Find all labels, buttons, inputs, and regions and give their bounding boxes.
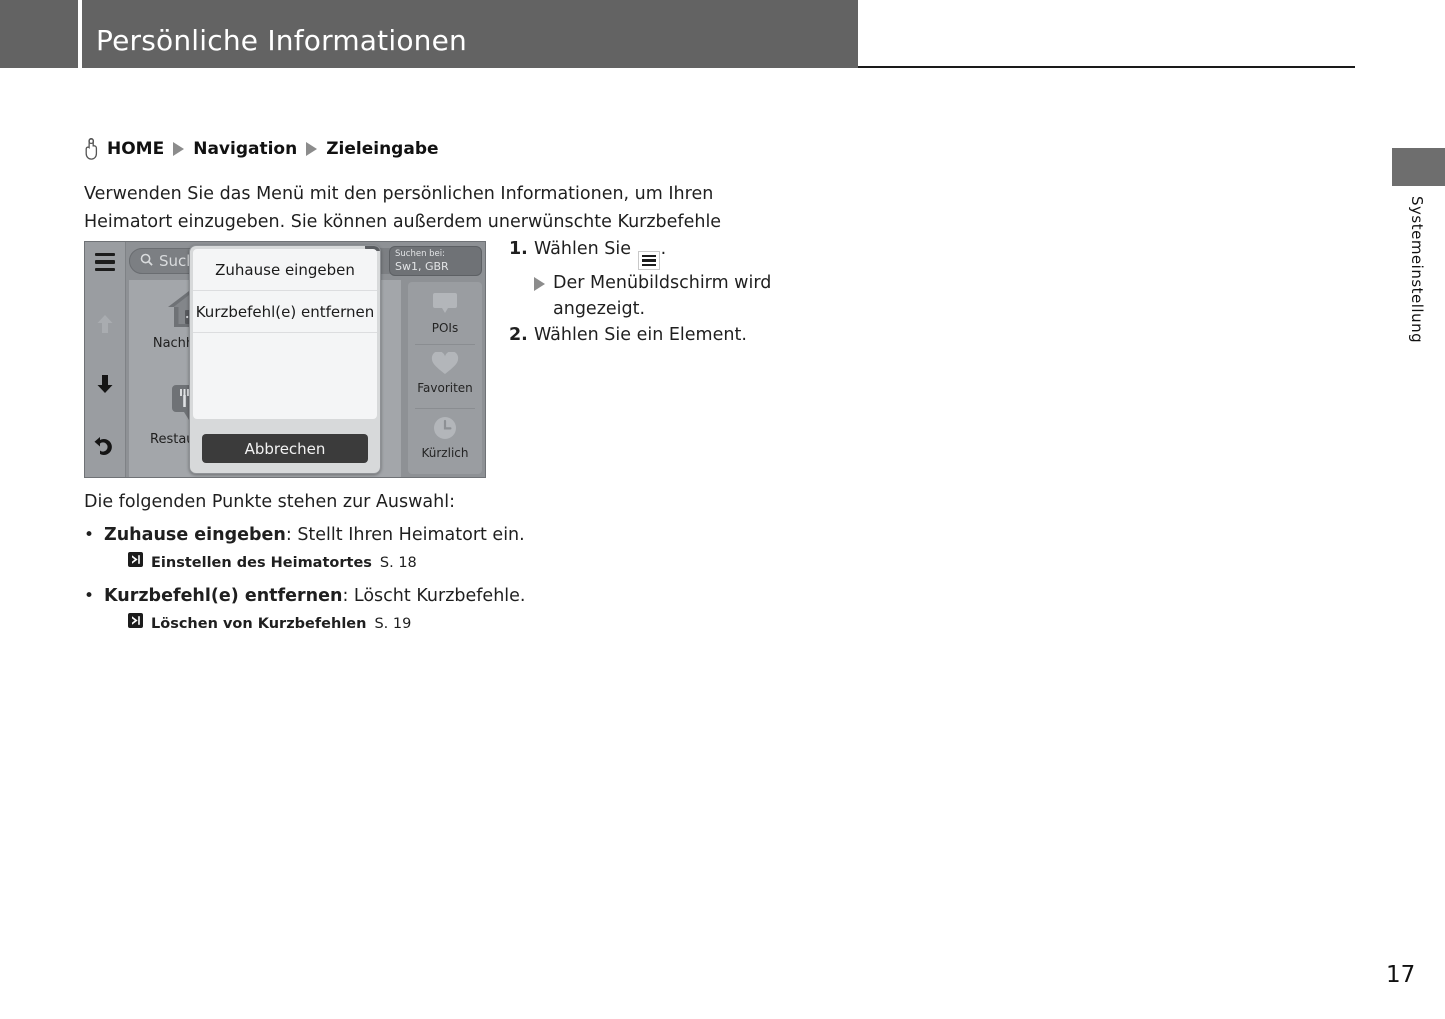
search-icon [140,252,153,270]
step-list: 1. Wählen Sie . Der Menübildschirm wird … [509,236,809,348]
step-2-text: Wählen Sie ein Element. [534,324,747,345]
navigation-screenshot: Suche Suchen bei: Sw1, GBR POIs Favorite… [84,241,486,478]
choice-1-term: Kurzbefehl(e) entfernen [104,586,343,606]
cross-reference-0-page: S. 18 [379,555,417,571]
choice-0-text: Zuhause eingeben: Stellt Ihren Heimatort… [104,522,525,548]
step-1-text-before: Wählen Sie [534,239,632,259]
panel-item-kuerzlich-label: Kürzlich [421,446,469,460]
heart-icon [431,351,459,380]
header-left-notch [78,0,82,68]
panel-item-pois-label: POIs [431,321,459,335]
dialog-option-zuhause-eingeben[interactable]: Zuhause eingeben [193,249,377,291]
chevron-right-icon [173,142,185,156]
menu-icon[interactable] [91,248,119,276]
step-2-number: 2. [509,324,528,345]
step-1-number: 1. [509,239,528,259]
triangle-right-icon [534,276,545,291]
cross-reference-1[interactable]: Löschen von Kurzbefehlen S. 19 [128,611,804,637]
hand-pointer-icon [84,137,100,160]
chevron-right-icon [306,142,318,156]
side-tab-label: Systemeinstellung [1408,196,1426,344]
panel-divider [415,344,475,345]
bullet-icon: • [84,586,95,606]
back-icon[interactable] [91,432,119,460]
choice-1-text: Kurzbefehl(e) entfernen: Löscht Kurzbefe… [104,583,525,609]
nav-left-rail [85,242,126,477]
search-scope-caption: Suchen bei: [395,249,446,259]
cross-reference-1-page: S. 19 [374,616,412,632]
cross-reference-icon [128,550,143,576]
dialog-cancel-button[interactable]: Abbrechen [202,434,368,463]
map-pin-icon [431,290,459,320]
breadcrumb-item-home[interactable]: HOME [107,139,164,159]
arrow-down-icon[interactable] [91,370,119,398]
choice-1-desc: : Löscht Kurzbefehle. [342,586,526,606]
choice-0-term: Zuhause eingeben [104,525,286,545]
dialog-option-kurzbefehle-entfernen[interactable]: Kurzbefehl(e) entfernen [193,291,377,333]
header-rule [858,66,1355,68]
step-1-result: Der Menübildschirm wird angezeigt. [534,270,809,322]
step-1-text-after: . [660,239,667,259]
breadcrumb-item-navigation[interactable]: Navigation [193,139,297,159]
panel-item-pois[interactable]: POIs [408,290,482,335]
cross-reference-0[interactable]: Einstellen des Heimatortes S. 18 [128,550,804,576]
bullet-icon: • [84,525,95,545]
list-item: • Kurzbefehl(e) entfernen: Löscht Kurzbe… [84,583,804,609]
side-tab-marker [1392,148,1445,186]
step-2: 2. Wählen Sie ein Element. [509,322,809,348]
panel-item-kuerzlich[interactable]: Kürzlich [408,415,482,460]
cross-reference-1-title: Löschen von Kurzbefehlen [151,616,367,632]
panel-item-favoriten[interactable]: Favoriten [408,351,482,395]
search-scope-value: Sw1, GBR [395,260,449,273]
panel-item-favoriten-label: Favoriten [417,381,473,395]
step-1: 1. Wählen Sie . [509,236,809,270]
breadcrumb: HOME Navigation Zieleingabe [84,137,439,160]
arrow-up-icon[interactable] [91,310,119,338]
panel-divider [415,408,475,409]
breadcrumb-item-zieleingabe[interactable]: Zieleingabe [326,139,438,159]
cross-reference-icon [128,611,143,637]
step-1-text: Wählen Sie . [534,236,666,270]
cross-reference-0-title: Einstellen des Heimatortes [151,555,372,571]
nav-right-panel: POIs Favoriten Kürzlich [408,282,482,474]
choices-section: Die folgenden Punkte stehen zur Auswahl:… [84,489,804,637]
search-scope-chip[interactable]: Suchen bei: Sw1, GBR [389,246,482,276]
dialog-empty-row [193,333,377,374]
choice-0-desc: : Stellt Ihren Heimatort ein. [285,525,525,545]
list-item: • Zuhause eingeben: Stellt Ihren Heimato… [84,522,804,548]
page-title: Persönliche Informationen [96,24,467,57]
menu-icon[interactable] [637,250,660,270]
popup-dialog: Zuhause eingeben Kurzbefehl(e) entfernen… [189,245,381,474]
dialog-option-list: Zuhause eingeben Kurzbefehl(e) entfernen [193,249,377,419]
clock-icon [432,415,458,445]
page-number: 17 [1386,962,1416,988]
choices-lead: Die folgenden Punkte stehen zur Auswahl: [84,492,456,512]
step-1-result-text: Der Menübildschirm wird angezeigt. [553,272,772,319]
